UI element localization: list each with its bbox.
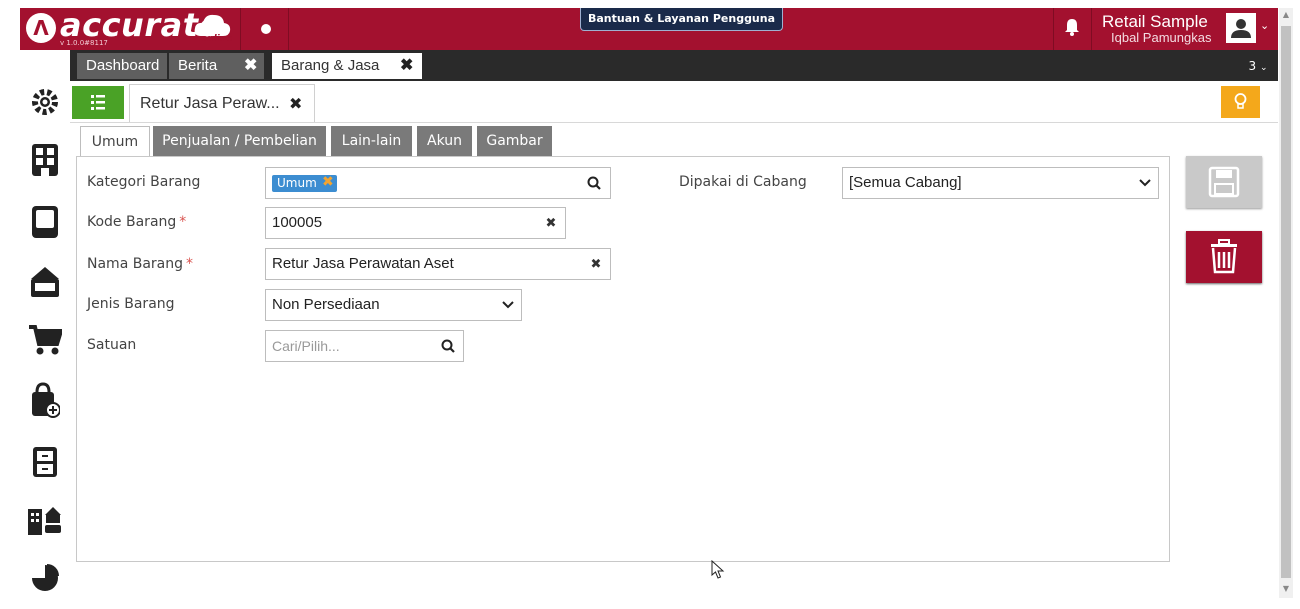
delete-button[interactable] [1186, 231, 1262, 283]
tab-barang-jasa[interactable]: Barang & Jasa ✖ [272, 53, 422, 79]
open-tab-count[interactable]: 3 ⌄ [1246, 55, 1270, 77]
tab-label: Barang & Jasa [281, 57, 380, 74]
header-divider [1091, 8, 1092, 50]
nama-label: Nama Barang * [87, 256, 193, 272]
scroll-down-icon[interactable]: ▼ [1281, 584, 1291, 594]
chip-label: Umum [277, 176, 317, 190]
kategori-label: Kategori Barang [87, 174, 201, 190]
tab-umum[interactable]: Umum [80, 126, 150, 158]
tab-retur-jasa[interactable]: Retur Jasa Peraw... ✖ [129, 84, 315, 122]
help-button[interactable]: Bantuan & Layanan Pengguna [580, 8, 784, 31]
vertical-scrollbar[interactable]: ▲ ▼ [1279, 8, 1293, 598]
satuan-label: Satuan [87, 337, 137, 353]
close-icon[interactable]: ✖ [244, 53, 257, 79]
kode-label-text: Kode Barang [87, 214, 177, 230]
search-icon[interactable] [440, 338, 456, 354]
tab-label: Dashboard [86, 57, 160, 74]
chevron-down-icon [500, 297, 516, 313]
company-name[interactable]: Retail Sample [1102, 12, 1208, 32]
nama-barang-input[interactable]: Retur Jasa Perawatan Aset ✖ [265, 248, 611, 280]
nama-label-text: Nama Barang [87, 256, 183, 272]
cabang-select[interactable]: [Semua Cabang] [842, 167, 1159, 199]
pie-chart-icon[interactable] [20, 558, 70, 598]
trash-icon [1211, 239, 1237, 274]
user-name[interactable]: Iqbal Pamungkas [1111, 30, 1211, 45]
clear-icon[interactable]: ✖ [588, 256, 604, 272]
satuan-search-input[interactable]: Cari/Pilih... [265, 330, 464, 362]
list-view-button[interactable] [72, 86, 124, 119]
bell-icon[interactable] [1064, 18, 1080, 36]
version-label: v 1.0.0#8117 [60, 39, 108, 47]
required-marker: * [179, 214, 187, 230]
tab-label: Berita [178, 57, 218, 74]
chevron-down-icon[interactable]: ⌄ [1260, 19, 1269, 32]
accurate-logo-icon[interactable]: Λ [26, 13, 56, 43]
kode-barang-value: 100005 [272, 214, 323, 231]
document-tab-row: Retur Jasa Peraw... ✖ [70, 81, 1278, 123]
jenis-barang-select[interactable]: Non Persediaan [265, 289, 522, 321]
search-icon[interactable] [586, 175, 602, 191]
kode-barang-input[interactable]: 100005 ✖ [265, 207, 566, 239]
status-dot-icon[interactable] [261, 24, 271, 34]
chevron-down-icon [1137, 175, 1153, 191]
form-panel [76, 156, 1170, 562]
bag-plus-icon[interactable] [20, 380, 70, 420]
tab-dashboard[interactable]: Dashboard [77, 53, 167, 79]
user-avatar[interactable] [1226, 13, 1256, 43]
scroll-up-icon[interactable]: ▲ [1281, 10, 1291, 20]
left-sidebar [20, 50, 70, 598]
list-icon [91, 95, 105, 110]
clear-icon[interactable]: ✖ [543, 215, 559, 231]
bottom-strip [20, 598, 1293, 609]
scrollbar-thumb[interactable] [1281, 26, 1291, 578]
cabang-label: Dipakai di Cabang [679, 174, 807, 190]
kategori-field[interactable]: Umum ✖ [265, 167, 611, 199]
close-icon[interactable]: ✖ [400, 53, 413, 79]
remove-chip-icon[interactable]: ✖ [322, 174, 334, 191]
user-icon [1231, 19, 1251, 38]
satuan-placeholder: Cari/Pilih... [272, 338, 340, 354]
ledger-icon[interactable] [20, 202, 70, 242]
floppy-disk-icon [1208, 166, 1240, 198]
logo-online-label: online [201, 34, 233, 44]
tab-count-value: 3 [1248, 59, 1257, 73]
gear-icon[interactable] [20, 82, 70, 122]
cart-icon[interactable] [20, 320, 70, 360]
chevron-down-icon: ⌄ [1259, 63, 1268, 73]
app-window: Λ accurate online v 1.0.0#8117 Bantuan &… [0, 0, 1300, 609]
cabang-value: [Semua Cabang] [849, 174, 962, 191]
kode-label: Kode Barang * [87, 214, 186, 230]
tab-gambar[interactable]: Gambar [477, 126, 552, 156]
tab-akun[interactable]: Akun [417, 126, 472, 156]
cabinet-icon[interactable] [20, 442, 70, 482]
jenis-barang-value: Non Persediaan [272, 296, 380, 313]
nama-barang-value: Retur Jasa Perawatan Aset [272, 255, 454, 272]
required-marker: * [186, 256, 193, 272]
mouse-cursor-icon [711, 560, 725, 579]
tab-lain-lain[interactable]: Lain-lain [331, 126, 412, 156]
lightbulb-icon [1234, 93, 1247, 109]
top-header-bar: Λ accurate online v 1.0.0#8117 Bantuan &… [20, 6, 1278, 50]
save-button[interactable] [1186, 156, 1262, 208]
tab-berita[interactable]: Berita ✖ [169, 53, 264, 79]
grid-icon[interactable] [20, 140, 70, 180]
kategori-chip[interactable]: Umum ✖ [272, 174, 337, 192]
main-tab-strip: Dashboard Berita ✖ Barang & Jasa ✖ 3 ⌄ [70, 50, 1278, 81]
header-divider [240, 8, 241, 50]
header-divider [288, 8, 289, 50]
building-icon[interactable] [20, 500, 70, 540]
doc-tab-label: Retur Jasa Peraw... [140, 95, 280, 112]
header-divider [1053, 8, 1054, 50]
tips-button[interactable] [1221, 86, 1260, 118]
jenis-label: Jenis Barang [87, 296, 175, 312]
tab-penjualan-pembelian[interactable]: Penjualan / Pembelian [153, 126, 326, 156]
close-icon[interactable]: ✖ [289, 94, 302, 113]
wallet-icon[interactable] [20, 262, 70, 302]
